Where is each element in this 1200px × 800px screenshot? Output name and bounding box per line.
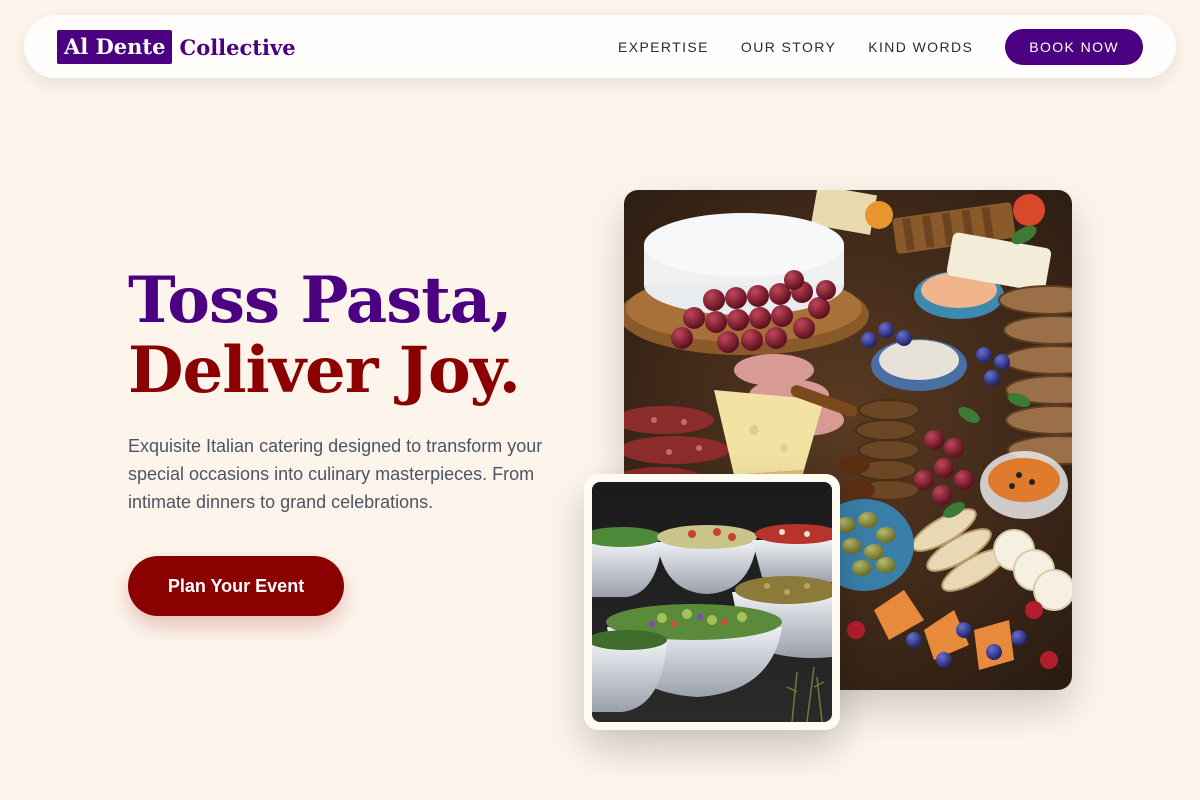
- salad-bowls-illustration: [592, 482, 832, 722]
- book-now-button[interactable]: BOOK NOW: [1005, 29, 1143, 65]
- nav-links: EXPERTISE OUR STORY KIND WORDS BOOK NOW: [618, 29, 1143, 65]
- logo[interactable]: Al Dente Collective: [57, 30, 296, 64]
- nav-link-kind-words[interactable]: KIND WORDS: [868, 39, 973, 55]
- logo-text: Collective: [179, 34, 296, 60]
- logo-mark: Al Dente: [57, 30, 173, 64]
- plan-event-button[interactable]: Plan Your Event: [128, 556, 344, 616]
- headline-line-1: Toss Pasta,: [128, 263, 513, 338]
- page: Al Dente Collective EXPERTISE OUR STORY …: [0, 0, 1200, 800]
- headline-line-2: Deliver Joy.: [128, 333, 521, 408]
- salad-bowls-image-frame: [584, 474, 840, 730]
- salad-bowls-image: [592, 482, 832, 722]
- nav-link-our-story[interactable]: OUR STORY: [741, 39, 836, 55]
- nav-link-expertise[interactable]: EXPERTISE: [618, 39, 709, 55]
- navbar: Al Dente Collective EXPERTISE OUR STORY …: [24, 15, 1176, 78]
- hero-headline: Toss Pasta, Deliver Joy.: [128, 266, 588, 406]
- hero-subtitle: Exquisite Italian catering designed to t…: [128, 436, 543, 512]
